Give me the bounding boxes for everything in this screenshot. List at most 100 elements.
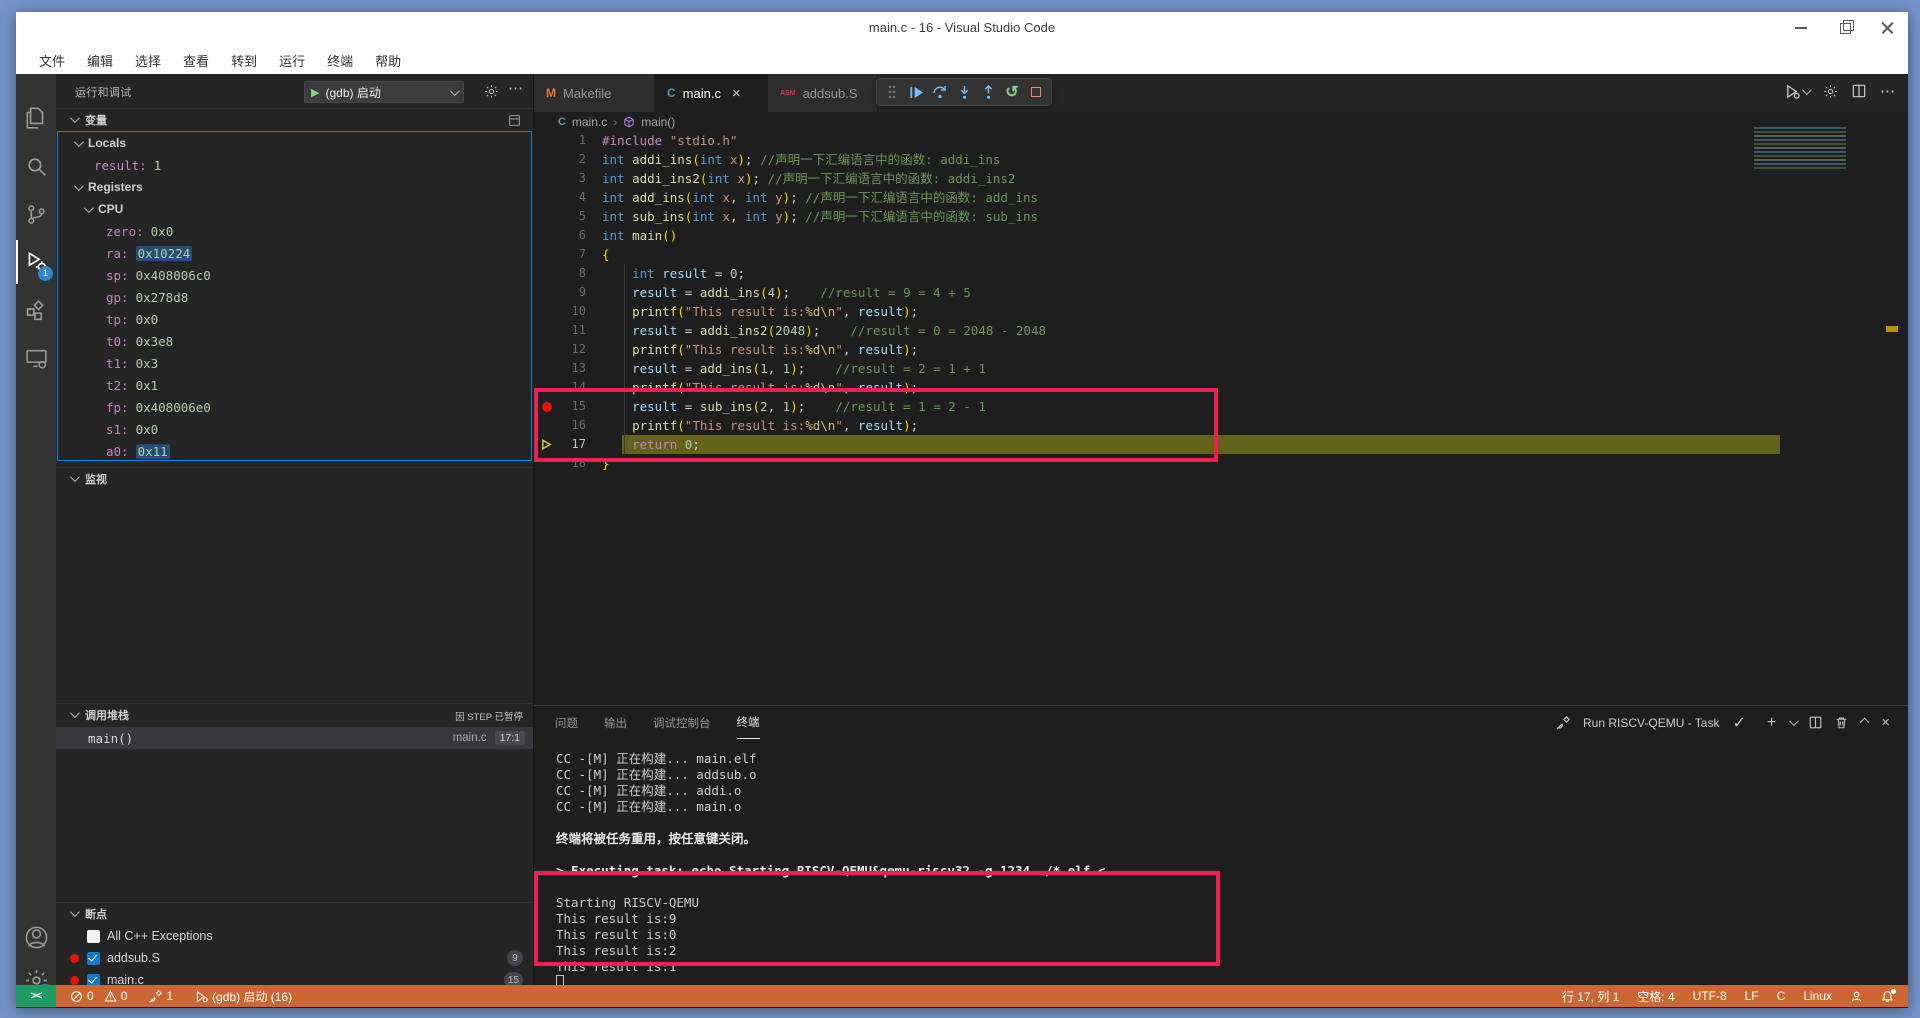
split-terminal-icon[interactable] — [1809, 716, 1822, 729]
eol-sequence[interactable]: LF — [1745, 989, 1759, 1003]
editor-settings-gear-icon[interactable] — [1823, 84, 1838, 99]
line-number[interactable]: 13 — [534, 359, 586, 378]
breakpoint-checkbox[interactable] — [87, 974, 100, 986]
menu-item-查看[interactable]: 查看 — [172, 48, 220, 73]
line-number[interactable]: 16 — [534, 416, 586, 435]
more-actions-icon[interactable]: ⋯ — [1880, 82, 1896, 100]
breadcrumb-symbol[interactable]: main() — [641, 115, 675, 129]
activity-explorer-icon[interactable] — [16, 96, 56, 140]
activity-account-icon[interactable] — [16, 915, 56, 959]
os-label[interactable]: Linux — [1803, 989, 1832, 1003]
step-into-icon[interactable] — [953, 81, 975, 104]
breadcrumb-file[interactable]: main.c — [572, 115, 607, 129]
menu-item-帮助[interactable]: 帮助 — [364, 48, 412, 73]
code-line-1[interactable]: 1#include "stdio.h" — [534, 131, 1908, 150]
section-call-stack[interactable]: 调用堆栈 因 STEP 已暂停 — [56, 703, 533, 725]
code-line-7[interactable]: 7{ — [534, 245, 1908, 264]
panel-tab-问题[interactable]: 问题 — [555, 706, 578, 739]
code-line-16[interactable]: 16 printf("This result is:%d\n", result)… — [534, 416, 1908, 435]
menu-item-运行[interactable]: 运行 — [268, 48, 316, 73]
line-number[interactable]: 2 — [534, 150, 586, 169]
variable-row-result[interactable]: result:1 — [58, 154, 531, 176]
activity-source-control-icon[interactable] — [16, 192, 56, 236]
variable-row-fp[interactable]: fp:0x408006e0 — [58, 396, 531, 418]
step-over-icon[interactable] — [929, 81, 951, 104]
line-number[interactable]: 7 — [534, 245, 586, 264]
line-number[interactable]: 8 — [534, 264, 586, 283]
menu-item-转到[interactable]: 转到 — [220, 48, 268, 73]
line-number[interactable]: 3 — [534, 169, 586, 188]
variable-row-zero[interactable]: zero:0x0 — [58, 220, 531, 242]
variables-group-Locals[interactable]: Locals — [58, 132, 531, 154]
code-line-15[interactable]: 15 result = sub_ins(2, 1); //result = 1 … — [534, 397, 1908, 416]
code-line-2[interactable]: 2int addi_ins(int x); //声明一下汇编语言中的函数: ad… — [534, 150, 1908, 169]
variable-row-ra[interactable]: ra:0x10224 — [58, 242, 531, 264]
line-number[interactable]: 15 — [534, 397, 586, 416]
menu-item-终端[interactable]: 终端 — [316, 48, 364, 73]
debug-session-indicator[interactable]: (gdb) 启动 (16) — [195, 988, 292, 1005]
run-or-debug-icon[interactable] — [1785, 84, 1809, 99]
variable-row-tp[interactable]: tp:0x0 — [58, 308, 531, 330]
close-tab-icon[interactable]: × — [732, 85, 741, 102]
terminal-task-label[interactable]: Run RISCV-QEMU - Task — [1583, 716, 1719, 730]
feedback-icon[interactable] — [1850, 990, 1863, 1003]
encoding[interactable]: UTF-8 — [1693, 989, 1727, 1003]
minimize-icon[interactable] — [1793, 19, 1810, 36]
breakpoint-checkbox[interactable] — [87, 930, 100, 943]
code-line-9[interactable]: 9 result = addi_ins(4); //result = 9 = 4… — [534, 283, 1908, 302]
section-variables[interactable]: 变量 — [56, 108, 533, 130]
line-number[interactable]: 18 — [534, 454, 586, 473]
minimap[interactable] — [1754, 127, 1846, 171]
variable-row-t1[interactable]: t1:0x3 — [58, 352, 531, 374]
continue-icon[interactable] — [905, 81, 927, 104]
line-number[interactable]: 1 — [534, 131, 586, 150]
panel-tab-终端[interactable]: 终端 — [737, 706, 760, 739]
tab-Makefile[interactable]: MMakefile — [534, 74, 655, 112]
code-line-4[interactable]: 4int add_ins(int x, int y); //声明一下汇编语言中的… — [534, 188, 1908, 207]
code-line-12[interactable]: 12 printf("This result is:%d\n", result)… — [534, 340, 1908, 359]
tab-main.c[interactable]: Cmain.c× — [655, 74, 768, 112]
terminal-dropdown-icon[interactable] — [1789, 716, 1799, 726]
variable-row-t0[interactable]: t0:0x3e8 — [58, 330, 531, 352]
variable-row-t2[interactable]: t2:0x1 — [58, 374, 531, 396]
code-line-6[interactable]: 6int main() — [534, 226, 1908, 245]
debug-config-dropdown[interactable]: ▶ (gdb) 启动 — [304, 81, 464, 103]
kill-terminal-trash-icon[interactable] — [1835, 716, 1848, 729]
variables-group-CPU[interactable]: CPU — [58, 198, 531, 220]
maximize-icon[interactable] — [1836, 19, 1853, 36]
cursor-position[interactable]: 行 17, 列 1 — [1562, 988, 1619, 1005]
step-out-icon[interactable] — [977, 81, 999, 104]
menu-item-编辑[interactable]: 编辑 — [76, 48, 124, 73]
line-number[interactable]: 5 — [534, 207, 586, 226]
close-panel-icon[interactable]: × — [1881, 714, 1890, 731]
activity-extensions-icon[interactable] — [16, 288, 56, 332]
close-window-icon[interactable] — [1879, 19, 1896, 36]
start-debug-icon[interactable]: ▶ — [311, 86, 319, 99]
code-line-8[interactable]: 8 int result = 0; — [534, 264, 1908, 283]
call-stack-frame[interactable]: main() main.c 17:1 — [56, 727, 533, 749]
indentation[interactable]: 空格: 4 — [1637, 988, 1674, 1005]
variables-group-Registers[interactable]: Registers — [58, 176, 531, 198]
variable-row-s1[interactable]: s1:0x0 — [58, 418, 531, 440]
breakpoint-row-All C++ Exceptions[interactable]: All C++ Exceptions — [56, 925, 533, 947]
breakpoint-checkbox[interactable] — [87, 952, 100, 965]
activity-remote-explorer-icon[interactable] — [16, 336, 56, 380]
menu-item-选择[interactable]: 选择 — [124, 48, 172, 73]
line-number[interactable]: 11 — [534, 321, 586, 340]
variable-row-gp[interactable]: gp:0x278d8 — [58, 286, 531, 308]
stop-icon[interactable] — [1025, 81, 1047, 104]
maximize-panel-icon[interactable] — [1860, 718, 1870, 728]
language-mode[interactable]: C — [1777, 989, 1786, 1003]
panel-tab-调试控制台[interactable]: 调试控制台 — [653, 706, 711, 739]
activity-search-icon[interactable] — [16, 144, 56, 188]
code-line-17[interactable]: 17 return 0; — [534, 435, 1908, 454]
section-watch[interactable]: 监视 — [56, 467, 533, 489]
code-line-14[interactable]: 14 printf("This result is:%d\n", result)… — [534, 378, 1908, 397]
code-line-11[interactable]: 11 result = addi_ins2(2048); //result = … — [534, 321, 1908, 340]
code-line-18[interactable]: 18} — [534, 454, 1908, 473]
menu-item-文件[interactable]: 文件 — [28, 48, 76, 73]
code-line-5[interactable]: 5int sub_ins(int x, int y); //声明一下汇编语言中的… — [534, 207, 1908, 226]
problems-indicator[interactable]: 0 0 — [70, 989, 127, 1003]
section-breakpoints[interactable]: 断点 — [56, 902, 533, 924]
restart-icon[interactable]: ↺ — [1001, 81, 1023, 104]
